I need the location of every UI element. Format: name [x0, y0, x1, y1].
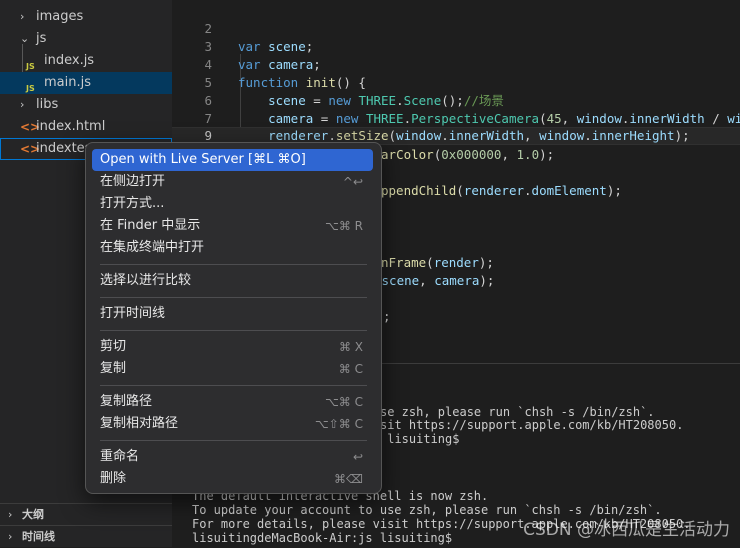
menu-item-label: 打开方式... [100, 196, 165, 211]
chevron-right-icon: › [20, 98, 25, 111]
terminal-line: sit https://support.apple.com/kb/HT20805… [380, 418, 684, 432]
menu-item-reveal-in-finder[interactable]: 在 Finder 中显示 ⌥⌘ R [92, 215, 373, 237]
context-menu: Open with Live Server [⌘L ⌘O] 在侧边打开 ^↩ 打… [85, 142, 382, 494]
menu-item-open-with[interactable]: 打开方式... [92, 193, 373, 215]
menu-item-open-to-side[interactable]: 在侧边打开 ^↩ [92, 171, 373, 193]
terminal-prompt: lisuitingdeMacBook-Air:js lisuiting$ [192, 531, 453, 545]
menu-item-label: 打开时间线 [100, 306, 166, 321]
code-text: function init() { [238, 75, 366, 90]
code-line: 2 var scene; [172, 2, 313, 54]
code-text: ppendChild(renderer.domElement); [381, 183, 622, 198]
menu-item-shortcut: ⌘⌫ [334, 472, 363, 486]
menu-item-label: 选择以进行比较 [100, 273, 192, 288]
code-text: scene = new THREE.Scene();//场景 [268, 93, 504, 108]
tree-item-libs[interactable]: › libs [0, 94, 172, 116]
menu-item-shortcut: ⌘ C [338, 362, 363, 376]
menu-separator [100, 264, 367, 265]
tree-item-label: js [36, 31, 47, 46]
code-line: 4 function init() { [172, 38, 366, 90]
tree-item-label: indextes [36, 141, 92, 156]
menu-separator [100, 297, 367, 298]
code-line: 3 var camera; [172, 20, 320, 72]
menu-item-copy-path[interactable]: 复制路径 ⌥⌘ C [92, 391, 373, 413]
tree-item-index-js[interactable]: JS index.js [0, 50, 172, 72]
menu-item-open-timeline[interactable]: 打开时间线 [92, 303, 373, 325]
menu-item-cut[interactable]: 剪切 ⌘ X [92, 336, 373, 358]
section-label: 大纲 [22, 508, 44, 521]
menu-separator [100, 440, 367, 441]
menu-item-shortcut: ^↩ [342, 175, 363, 189]
menu-item-select-for-compare[interactable]: 选择以进行比较 [92, 270, 373, 292]
code-line: 6 camera = new THREE.PerspectiveCamera(4… [172, 74, 740, 126]
chevron-right-icon: › [8, 530, 13, 543]
code-text: ; [383, 309, 391, 324]
menu-item-label: 复制路径 [100, 394, 153, 409]
chevron-right-icon: › [8, 508, 13, 521]
menu-item-open-in-terminal[interactable]: 在集成终端中打开 [92, 237, 373, 259]
menu-item-label: 在 Finder 中显示 [100, 218, 201, 233]
code-line: 8 renderer.setClearColor(0x000000, 1.0); [172, 110, 554, 162]
code-text: nFrame(render); [381, 255, 494, 270]
tree-item-index-html[interactable]: <> index.html [0, 116, 172, 138]
menu-item-label: 删除 [100, 471, 127, 486]
menu-item-shortcut: ⌥⌘ R [325, 219, 363, 233]
menu-item-rename[interactable]: 重命名 ↩ [92, 446, 373, 468]
tree-item-label: main.js [44, 75, 91, 90]
chevron-right-icon: › [20, 10, 25, 23]
code-text: var camera; [238, 57, 321, 72]
menu-item-label: 在集成终端中打开 [100, 240, 205, 255]
code-text: camera = new THREE.PerspectiveCamera(45,… [268, 111, 740, 126]
terminal-line: lisuiting$ [380, 432, 460, 446]
menu-item-label: 复制相对路径 [100, 416, 179, 431]
section-label: 时间线 [22, 530, 55, 543]
code-line: 5 scene = new THREE.Scene();//场景 [172, 56, 503, 108]
menu-item-shortcut: ⌥⇧⌘ C [314, 417, 363, 431]
menu-item-open-with-live-server[interactable]: Open with Live Server [⌘L ⌘O] [92, 149, 373, 171]
tree-item-main-js[interactable]: JS main.js [0, 72, 172, 94]
menu-item-shortcut: ↩ [352, 450, 363, 464]
outline-section-header[interactable]: › 大纲 [0, 503, 172, 526]
menu-item-label: 在侧边打开 [100, 174, 166, 189]
menu-item-label: 复制 [100, 361, 127, 376]
tree-item-label: images [36, 9, 84, 24]
menu-item-copy-relative-path[interactable]: 复制相对路径 ⌥⇧⌘ C [92, 413, 373, 435]
tree-item-js[interactable]: ⌄ js [0, 28, 172, 50]
code-line: 7 renderer = new THREE.WebGLRenderer();/… [172, 92, 586, 144]
tree-item-label: index.js [44, 53, 95, 68]
watermark: CSDN @冰西瓜是生活动力 [523, 520, 730, 540]
menu-item-label: 重命名 [100, 449, 140, 464]
timeline-section-header[interactable]: › 时间线 [0, 525, 172, 548]
menu-item-label: 剪切 [100, 339, 127, 354]
menu-item-shortcut: ⌥⌘ C [324, 395, 363, 409]
menu-item-copy[interactable]: 复制 ⌘ C [92, 358, 373, 380]
menu-item-label: Open with Live Server [⌘L ⌘O] [100, 152, 306, 167]
tree-item-label: libs [36, 97, 59, 112]
tree-item-images[interactable]: › images [0, 6, 172, 28]
code-text: scene, camera); [381, 273, 495, 288]
tree-item-label: index.html [36, 119, 106, 134]
menu-separator [100, 385, 367, 386]
menu-separator [100, 330, 367, 331]
menu-item-delete[interactable]: 删除 ⌘⌫ [92, 468, 373, 490]
code-text: var scene; [238, 39, 314, 54]
chevron-down-icon: ⌄ [20, 32, 30, 45]
menu-item-shortcut: ⌘ X [338, 340, 363, 354]
